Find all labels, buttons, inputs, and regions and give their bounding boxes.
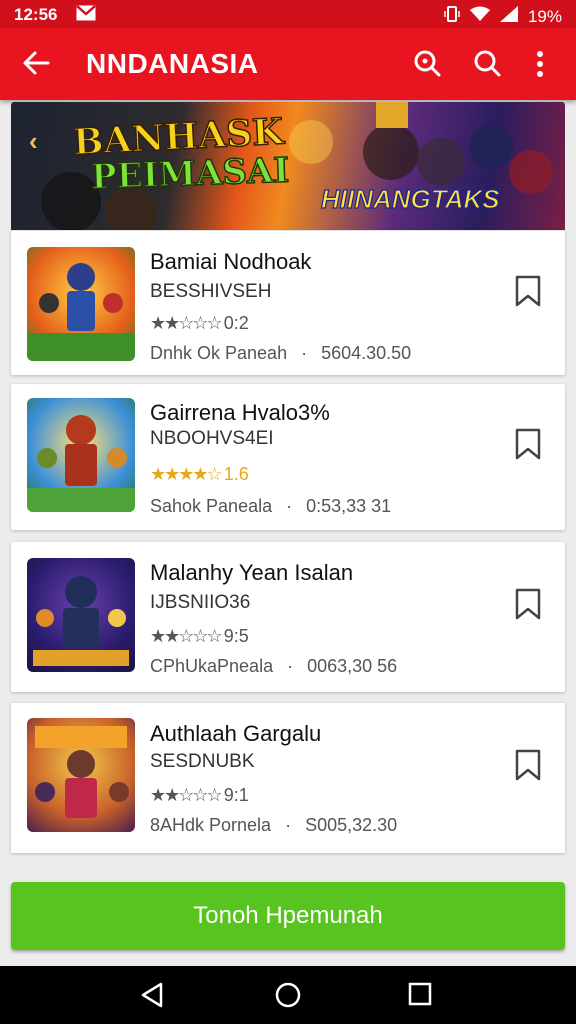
status-time: 12:56: [14, 5, 58, 24]
list-item[interactable]: Authlaah Gargalu SESDNUBK ★★☆☆☆ 9:1 8AHdk…: [11, 703, 565, 853]
app-meta: Dnhk Ok Paneah · 5604.30.50: [150, 343, 412, 363]
chevron-left-icon: ‹: [29, 126, 38, 156]
app-category: Dnhk Ok Paneah: [150, 343, 288, 363]
bookmark-icon[interactable]: [515, 428, 541, 465]
banner-title-line3: HIINANGTAKS: [320, 183, 500, 214]
app-thumbnail: [27, 398, 135, 512]
app-thumbnail: [27, 247, 135, 361]
app-rating: ★★☆☆☆ 9:1: [150, 785, 249, 806]
battery-level: 19%: [527, 6, 562, 26]
app-size: 5604.30.50: [321, 343, 412, 363]
app-thumbnail: [27, 558, 135, 672]
app-size: 0063,30 56: [307, 656, 398, 676]
banner-title-line2: PEIMASAI: [90, 150, 291, 198]
signal-icon: [499, 6, 518, 27]
app-meta: 8AHdk Pornela · S005,32.30: [150, 815, 398, 835]
nav-back-icon[interactable]: [140, 982, 164, 1013]
list-item[interactable]: Gairrena Hvalo3% NBOOHVS4EI ★★★★☆ 1.6 Sah…: [11, 384, 565, 530]
app-size: 0:53,33 31: [306, 496, 392, 516]
star-icons: ★★☆☆☆: [150, 313, 223, 333]
search-suggest-icon[interactable]: [412, 48, 442, 83]
app-meta: Sahok Paneala · 0:53,33 31: [150, 496, 392, 516]
primary-action-button[interactable]: Tonoh Hpemunah: [11, 882, 565, 950]
app-size: S005,32.30: [305, 815, 398, 835]
star-icons: ★★☆☆☆: [150, 626, 223, 646]
wifi-icon: [469, 6, 490, 27]
star-icons: ★★☆☆☆: [150, 785, 223, 805]
rating-value: 1.6: [223, 464, 249, 484]
bookmark-icon[interactable]: [515, 588, 541, 625]
star-icons: ★★★★☆: [150, 464, 223, 484]
search-icon[interactable]: [472, 48, 502, 83]
nav-recents-icon[interactable]: [408, 982, 432, 1011]
bookmark-icon[interactable]: [515, 749, 541, 786]
app-category: 8AHdk Pornela: [150, 815, 272, 835]
nav-home-icon[interactable]: [275, 982, 301, 1013]
rating-value: 0:2: [223, 313, 249, 333]
app-bar: NNDANASIA: [0, 28, 576, 100]
list-item[interactable]: Bamiai Nodhoak BESSHIVSEH ★★☆☆☆ 0:2 Dnhk …: [11, 231, 565, 375]
app-category: CPhUkaPneala: [150, 656, 274, 676]
more-vert-icon[interactable]: [536, 50, 544, 83]
app-name: Gairrena Hvalo3%: [150, 400, 330, 425]
rating-value: 9:1: [223, 785, 249, 805]
app-developer: SESDNUBK: [150, 751, 255, 772]
app-rating: ★★☆☆☆ 0:2: [150, 313, 249, 334]
status-bar: 12:56 19%: [0, 0, 576, 28]
app-meta: CPhUkaPneala · 0063,30 56: [150, 656, 398, 676]
rating-value: 9:5: [223, 626, 249, 646]
app-name: Authlaah Gargalu: [150, 721, 322, 746]
app-thumbnail: [27, 718, 135, 832]
vibrate-icon: [444, 5, 460, 28]
app-developer: NBOOHVS4EI: [150, 428, 274, 449]
back-arrow-icon[interactable]: [22, 50, 50, 81]
app-rating: ★★☆☆☆ 9:5: [150, 626, 249, 647]
bookmark-icon[interactable]: [515, 275, 541, 312]
app-category: Sahok Paneala: [150, 496, 273, 516]
app-rating: ★★★★☆ 1.6: [150, 464, 249, 485]
app-name: Bamiai Nodhoak: [150, 249, 312, 274]
featured-banner[interactable]: ‹ BANHASK PEIMASAI HIINANGTAKS: [11, 102, 565, 230]
gmail-icon: [76, 5, 96, 26]
app-name: Malanhy Yean Isalan: [150, 560, 354, 585]
app-developer: IJBSNIIO36: [150, 592, 251, 613]
system-nav-bar: [0, 966, 576, 1024]
app-developer: BESSHIVSEH: [150, 281, 272, 302]
page-title: NNDANASIA: [86, 48, 259, 79]
list-item[interactable]: Malanhy Yean Isalan IJBSNIIO36 ★★☆☆☆ 9:5 …: [11, 542, 565, 692]
